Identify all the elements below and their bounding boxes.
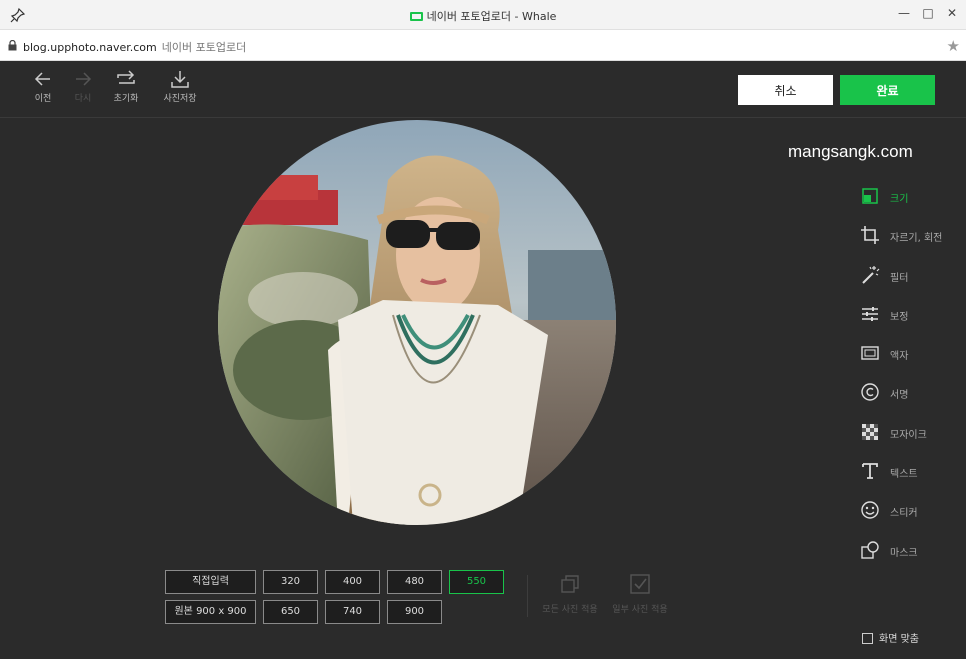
mosaic-icon	[862, 423, 878, 440]
resize-icon	[862, 188, 878, 204]
address-bar[interactable]: blog.upphoto.naver.com 네이버 포토업로더 ★	[0, 30, 966, 61]
menu-item-frame[interactable]: 액자	[858, 339, 966, 378]
checkbox-check-icon	[630, 574, 650, 594]
save-photo-button[interactable]: 사진저장	[155, 70, 205, 104]
sliders-icon	[862, 306, 878, 321]
mask-icon	[861, 540, 879, 559]
smiley-icon	[861, 501, 879, 520]
size-button[interactable]: 650	[263, 600, 318, 624]
bookmark-star-icon[interactable]: ★	[947, 37, 960, 55]
menu-item-label: 필터	[890, 272, 909, 284]
size-button[interactable]: 320	[263, 570, 318, 594]
browser-titlebar: 네이버 포토업로더 - Whale — □ ✕	[0, 0, 966, 30]
menu-item-label: 크기	[890, 194, 909, 205]
divider	[527, 575, 528, 617]
size-button[interactable]: 400	[325, 570, 380, 594]
menu-item-adjust[interactable]: 보정	[858, 300, 966, 339]
done-button[interactable]: 완료	[840, 75, 935, 105]
window-title: 네이버 포토업로더 - Whale	[0, 8, 966, 24]
minimize-button[interactable]: —	[894, 4, 914, 22]
menu-item-label: 서명	[890, 390, 909, 402]
photo-editor: 이전 다시 초기화 사진저장 취소 완료 mangsangk.com 크기 자르…	[0, 62, 966, 659]
menu-item-sticker[interactable]: 스티커	[858, 496, 966, 535]
size-button-selected[interactable]: 550	[449, 570, 504, 594]
checkbox-icon[interactable]	[862, 633, 873, 644]
menu-item-label: 마스크	[890, 547, 918, 559]
text-icon	[862, 463, 878, 479]
watermark-text: mangsangk.com	[788, 142, 913, 161]
menu-item-text[interactable]: 텍스트	[858, 457, 966, 496]
menu-item-label: 보정	[890, 311, 909, 323]
maximize-button[interactable]: □	[918, 4, 938, 22]
menu-item-resize[interactable]: 크기	[858, 182, 966, 221]
menu-item-label: 스티커	[890, 508, 918, 520]
cancel-button[interactable]: 취소	[738, 75, 833, 105]
arrow-right-icon	[76, 72, 92, 86]
magic-wand-icon	[862, 265, 880, 284]
menu-item-label: 자르기, 회전	[890, 233, 943, 245]
close-button[interactable]: ✕	[942, 4, 962, 22]
size-button[interactable]: 740	[325, 600, 380, 624]
arrow-left-icon	[34, 72, 50, 86]
original-size-button[interactable]: 원본 900 x 900	[165, 600, 256, 624]
editor-toolbar: 이전 다시 초기화 사진저장 취소 완료	[0, 62, 966, 118]
edit-tools-menu: 크기 자르기, 회전 필터 보정 액자 서명 모자이크 텍스트 스티커 마스크	[858, 182, 966, 575]
menu-item-signature[interactable]: 서명	[858, 378, 966, 417]
copyright-icon	[861, 383, 879, 402]
menu-item-crop[interactable]: 자르기, 회전	[858, 221, 966, 260]
naver-favicon-icon	[409, 12, 423, 21]
portrait-photo	[218, 120, 616, 525]
url-text[interactable]: blog.upphoto.naver.com 네이버 포토업로더	[23, 39, 246, 55]
frame-icon	[861, 346, 879, 360]
copy-icon	[561, 575, 579, 593]
reset-button[interactable]: 초기화	[101, 70, 151, 104]
reset-arrows-icon	[117, 70, 135, 84]
menu-item-label: 텍스트	[890, 469, 918, 481]
menu-item-mosaic[interactable]: 모자이크	[858, 418, 966, 457]
download-icon	[171, 71, 189, 88]
lock-icon	[8, 40, 17, 51]
menu-item-filter[interactable]: 필터	[858, 261, 966, 300]
crop-icon	[861, 226, 879, 245]
fit-to-screen-checkbox[interactable]: 화면 맞춤	[862, 630, 919, 645]
menu-item-mask[interactable]: 마스크	[858, 536, 966, 575]
size-button[interactable]: 480	[387, 570, 442, 594]
menu-item-label: 액자	[890, 351, 909, 363]
menu-item-label: 모자이크	[890, 429, 927, 441]
custom-size-button[interactable]: 직접입력	[165, 570, 256, 594]
size-button[interactable]: 900	[387, 600, 442, 624]
apply-some-button[interactable]: 일부 사진 적용	[605, 574, 675, 615]
apply-all-button[interactable]: 모든 사진 적용	[535, 574, 605, 615]
photo-preview[interactable]	[218, 120, 616, 525]
